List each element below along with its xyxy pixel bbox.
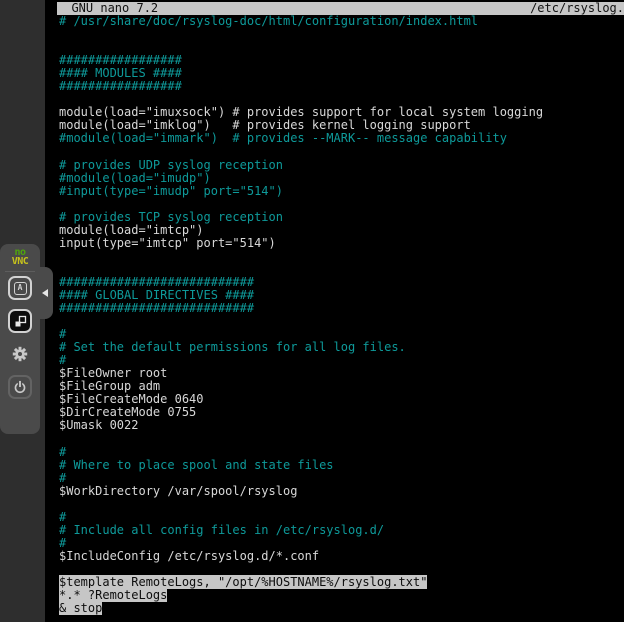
terminal-body[interactable]: # /usr/share/doc/rsyslog-doc/html/config… bbox=[57, 15, 624, 622]
terminal-line bbox=[57, 250, 624, 263]
terminal-line: *.* ?RemoteLogs bbox=[57, 589, 624, 602]
terminal-line: $IncludeConfig /etc/rsyslog.d/*.conf bbox=[57, 550, 624, 563]
terminal-line: # Where to place spool and state files bbox=[57, 459, 624, 472]
settings-button[interactable] bbox=[8, 342, 32, 366]
terminal-line: $DirCreateMode 0755 bbox=[57, 406, 624, 419]
terminal-line: # /usr/share/doc/rsyslog-doc/html/config… bbox=[57, 15, 624, 28]
keyboard-a-icon: A bbox=[14, 282, 27, 295]
power-icon bbox=[13, 380, 27, 394]
extra-keys-button[interactable]: A bbox=[8, 276, 32, 300]
terminal-window[interactable]: GNU nano 7.2 /etc/rsyslog. # /usr/share/… bbox=[45, 0, 624, 622]
fullscreen-button[interactable] bbox=[8, 309, 32, 333]
collapse-left-icon bbox=[42, 289, 48, 297]
terminal-line: #input(type="imudp" port="514") bbox=[57, 185, 624, 198]
novnc-logo: no VNC bbox=[12, 249, 29, 266]
novnc-logo-bottom: VNC bbox=[12, 258, 29, 267]
terminal-line: & stop bbox=[57, 602, 624, 615]
sidebar-divider bbox=[5, 271, 35, 272]
terminal-line: $Umask 0022 bbox=[57, 419, 624, 432]
terminal-line bbox=[57, 315, 624, 328]
terminal-line: $WorkDirectory /var/spool/rsyslog bbox=[57, 485, 624, 498]
novnc-control-bar: no VNC A bbox=[0, 244, 40, 434]
terminal-line: # Set the default permissions for all lo… bbox=[57, 341, 624, 354]
terminal-line bbox=[57, 28, 624, 41]
terminal-line: # Include all config files in /etc/rsysl… bbox=[57, 524, 624, 537]
nano-titlebar: GNU nano 7.2 /etc/rsyslog. bbox=[57, 2, 624, 15]
control-bar-handle[interactable] bbox=[37, 267, 53, 319]
disconnect-button[interactable] bbox=[8, 375, 32, 399]
terminal-line: #module(load="immark") # provides --MARK… bbox=[57, 132, 624, 145]
nano-filename-label: /etc/rsyslog. bbox=[530, 2, 624, 15]
gear-icon bbox=[12, 346, 28, 362]
nano-version-label: GNU nano 7.2 bbox=[57, 2, 158, 15]
terminal-line: ########################### bbox=[57, 302, 624, 315]
terminal-line: input(type="imtcp" port="514") bbox=[57, 237, 624, 250]
terminal-line bbox=[57, 498, 624, 511]
fullscreen-icon bbox=[14, 315, 27, 328]
terminal-line bbox=[57, 433, 624, 446]
terminal-line: ################# bbox=[57, 80, 624, 93]
vnc-desktop: GNU nano 7.2 /etc/rsyslog. # /usr/share/… bbox=[0, 0, 624, 622]
